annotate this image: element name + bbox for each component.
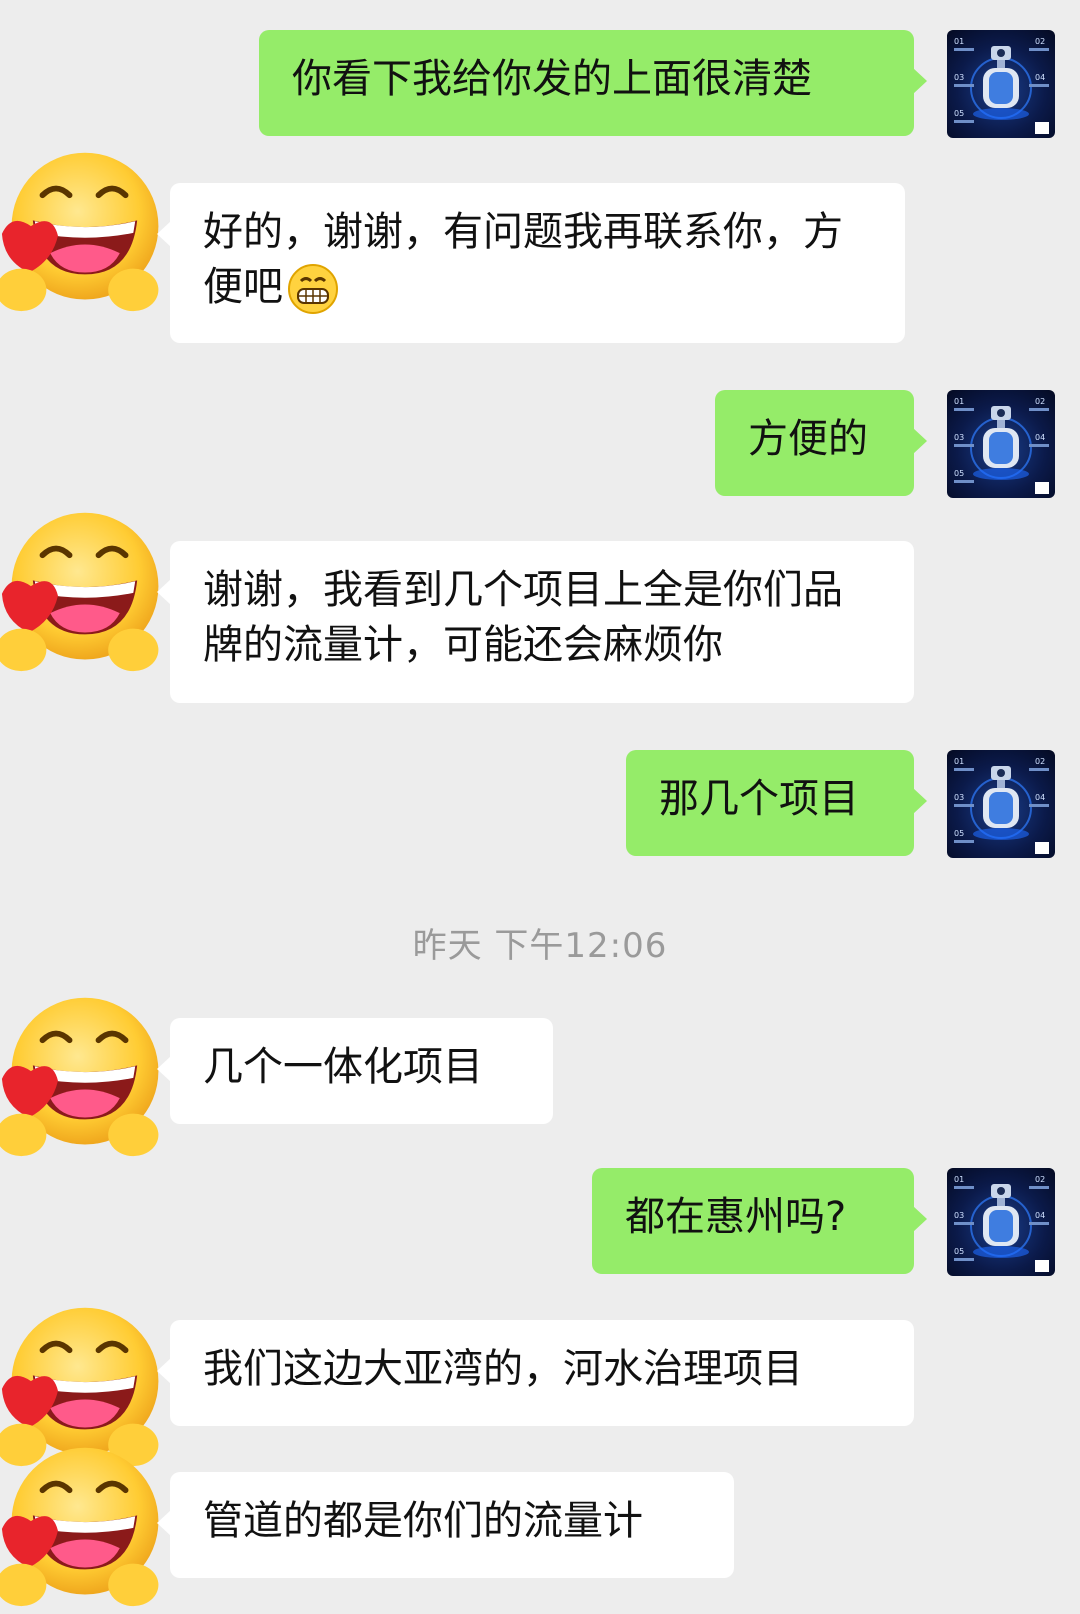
laughing-emoji-avatar-icon xyxy=(0,505,170,675)
grinning-emoji-icon xyxy=(288,264,338,314)
avatar[interactable] xyxy=(947,390,1055,498)
flowmeter-avatar-icon xyxy=(947,390,1055,498)
avatar[interactable] xyxy=(0,1440,170,1610)
message-bubble-received[interactable]: 我们这边大亚湾的，河水治理项目 xyxy=(157,1320,914,1426)
laughing-emoji-avatar-icon xyxy=(0,145,170,315)
message-bubble-sent[interactable]: 那几个项目 xyxy=(626,750,927,856)
avatar[interactable] xyxy=(0,990,170,1160)
message-bubble-sent[interactable]: 方便的 xyxy=(715,390,927,496)
flowmeter-avatar-icon xyxy=(947,30,1055,138)
avatar[interactable] xyxy=(947,30,1055,138)
flowmeter-avatar-icon xyxy=(947,750,1055,858)
avatar[interactable] xyxy=(0,505,170,675)
timestamp: 昨天 下午12:06 xyxy=(412,926,668,966)
avatar[interactable] xyxy=(947,1168,1055,1276)
message-bubble-received[interactable]: 好的，谢谢，有问题我再联系你，方便吧 xyxy=(157,183,905,343)
avatar[interactable] xyxy=(947,750,1055,858)
message-bubble-sent[interactable]: 你看下我给你发的上面很清楚 xyxy=(259,30,927,136)
message-bubble-received[interactable]: 几个一体化项目 xyxy=(157,1018,553,1124)
message-bubble-received[interactable]: 谢谢，我看到几个项目上全是你们品牌的流量计，可能还会麻烦你 xyxy=(157,541,914,703)
avatar[interactable] xyxy=(0,145,170,315)
flowmeter-avatar-icon xyxy=(947,1168,1055,1276)
message-bubble-sent[interactable]: 都在惠州吗? xyxy=(592,1168,927,1274)
laughing-emoji-avatar-icon xyxy=(0,990,170,1160)
message-bubble-received[interactable]: 管道的都是你们的流量计 xyxy=(157,1472,734,1578)
laughing-emoji-avatar-icon xyxy=(0,1440,170,1610)
